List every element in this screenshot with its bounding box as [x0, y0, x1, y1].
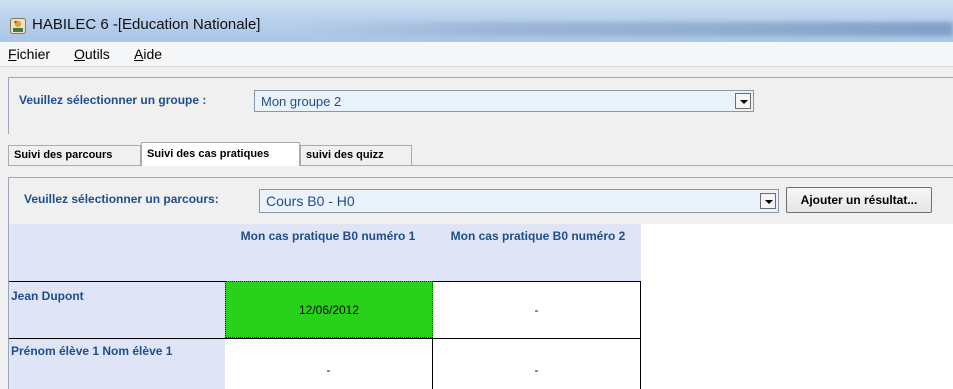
title-bar[interactable]: HABILEC 6 -[Education Nationale] — [0, 0, 953, 42]
menu-aide[interactable]: Aide — [134, 46, 162, 62]
group-select-value: Mon groupe 2 — [261, 94, 342, 109]
menu-mnemonic: O — [74, 46, 85, 62]
group-label: Veuillez sélectionner un groupe : — [19, 93, 207, 107]
group-select[interactable]: Mon groupe 2 — [254, 90, 754, 112]
results-grid: Mon cas pratique B0 numéro 1 Mon cas pra… — [8, 224, 953, 389]
app-window: HABILEC 6 -[Education Nationale] Fichier… — [0, 0, 953, 389]
cell-value: - — [534, 303, 539, 317]
menu-mnemonic: F — [8, 46, 17, 62]
tab-suivi-parcours[interactable]: Suivi des parcours — [8, 145, 141, 165]
row-header[interactable]: Prénom élève 1 Nom élève 1 — [9, 338, 225, 389]
column-header[interactable]: Mon cas pratique B0 numéro 2 — [435, 229, 641, 243]
add-result-button[interactable]: Ajouter un résultat... — [786, 187, 932, 213]
title-bar-blur — [300, 22, 953, 36]
chevron-down-icon[interactable] — [735, 93, 751, 109]
menu-outils-label: Outils — [74, 46, 110, 62]
parcours-select[interactable]: Cours B0 - H0 — [259, 189, 779, 213]
parcours-panel: Veuillez sélectionner un parcours: Cours… — [8, 177, 953, 224]
grid-cell[interactable]: - — [225, 338, 433, 389]
cell-value: - — [534, 363, 539, 377]
chevron-down-icon[interactable] — [760, 193, 776, 209]
menu-mnemonic: A — [134, 46, 144, 62]
group-panel: Veuillez sélectionner un groupe : Mon gr… — [8, 77, 953, 134]
student-name: Jean Dupont — [11, 289, 84, 303]
cell-value: - — [326, 363, 331, 377]
parcours-label: Veuillez sélectionner un parcours: — [24, 192, 219, 206]
parcours-select-value: Cours B0 - H0 — [266, 193, 355, 209]
menu-bar: Fichier Outils Aide — [0, 42, 953, 67]
grid-cell-completed[interactable]: 12/06/2012 — [225, 281, 433, 338]
menu-fichier[interactable]: Fichier — [8, 46, 50, 62]
tab-suivi-cas-pratiques[interactable]: Suivi des cas pratiques — [141, 142, 300, 166]
menu-fichier-label: Fichier — [8, 46, 51, 62]
tab-suivi-parcours-label: Suivi des parcours — [14, 149, 113, 161]
habilec-app-icon[interactable] — [10, 18, 26, 34]
tab-suivi-quizz-label: suivi des quizz — [306, 149, 384, 161]
window-title: HABILEC 6 -[Education Nationale] — [32, 16, 261, 33]
tab-suivi-quizz[interactable]: suivi des quizz — [300, 145, 412, 165]
grid-cell[interactable]: - — [433, 338, 641, 389]
menu-outils[interactable]: Outils — [74, 46, 110, 62]
student-name: Prénom élève 1 Nom élève 1 — [11, 344, 173, 358]
row-header[interactable]: Jean Dupont — [9, 281, 225, 338]
column-header[interactable]: Mon cas pratique B0 numéro 1 — [225, 229, 431, 243]
grid-cell[interactable]: - — [433, 281, 641, 338]
tab-suivi-cas-pratiques-label: Suivi des cas pratiques — [147, 148, 270, 160]
menu-aide-label: Aide — [134, 46, 163, 62]
cell-value: 12/06/2012 — [298, 303, 360, 317]
